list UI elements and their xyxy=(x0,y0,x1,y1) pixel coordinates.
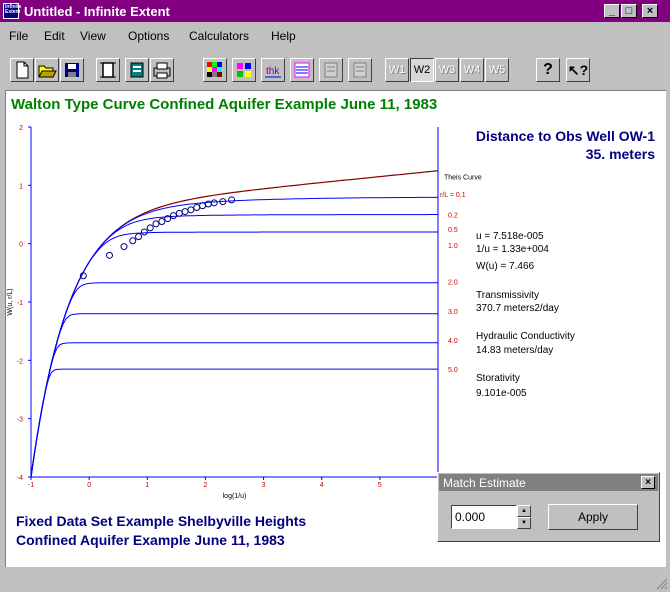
spin-down-button[interactable]: ▼ xyxy=(517,517,531,529)
curve-label: 0.2 xyxy=(448,213,458,220)
x-axis-label: log(1/u) xyxy=(223,493,247,500)
curve-label: r/L = 0.1 xyxy=(440,192,466,199)
match-estimate-dialog: Match Estimate × ▲ ▼ Apply xyxy=(437,472,660,542)
status-bar xyxy=(0,571,670,592)
conductivity-value: 14.83 meters/day xyxy=(476,345,554,356)
observation-point xyxy=(120,243,128,251)
u-value: u = 7.518e-005 xyxy=(476,231,544,242)
leaky-type-curve xyxy=(30,231,438,478)
observation-point xyxy=(105,251,113,259)
leaky-type-curve xyxy=(30,342,438,478)
curve-label: 0.5 xyxy=(448,227,458,234)
observation-point xyxy=(152,220,160,228)
inverse-u-value: 1/u = 1.33e+004 xyxy=(476,244,549,255)
x-tick-label: 3 xyxy=(262,482,266,489)
storativity-value: 9.101e-005 xyxy=(476,388,527,399)
leaky-type-curve xyxy=(30,282,438,478)
leaky-type-curve xyxy=(30,214,438,478)
observation-point xyxy=(181,208,189,216)
curve-label: 1.0 xyxy=(448,243,458,250)
curve-label: 2.0 xyxy=(448,280,458,287)
observation-point xyxy=(169,212,177,220)
conductivity-label: Hydraulic Conductivity xyxy=(476,331,575,342)
match-estimate-input[interactable] xyxy=(451,505,517,529)
y-tick-label: -2 xyxy=(17,358,23,365)
spin-up-button[interactable]: ▲ xyxy=(517,505,531,517)
observation-point xyxy=(210,199,218,207)
observation-point xyxy=(187,206,195,214)
spin-down-icon: ▼ xyxy=(521,520,527,526)
y-tick-label: 0 xyxy=(19,242,23,249)
dialog-title-bar[interactable]: Match Estimate × xyxy=(439,474,658,491)
dialog-title: Match Estimate xyxy=(443,476,526,490)
y-tick-label: 2 xyxy=(19,125,23,132)
x-tick-label: 4 xyxy=(320,482,324,489)
observation-point xyxy=(199,202,207,210)
y-tick-label: -1 xyxy=(17,300,23,307)
resize-grip-icon[interactable] xyxy=(656,578,668,590)
observation-point xyxy=(129,237,137,245)
theis-curve xyxy=(30,170,439,478)
x-tick-label: 1 xyxy=(145,482,149,489)
observation-point xyxy=(146,224,154,232)
observation-point xyxy=(158,218,166,225)
observation-point xyxy=(140,228,148,236)
storativity-label: Storativity xyxy=(476,373,520,384)
leaky-type-curve xyxy=(30,313,438,478)
leaky-type-curve xyxy=(30,368,438,478)
y-axis-label: W(u, r/L) xyxy=(7,288,14,315)
x-tick-label: 5 xyxy=(378,482,382,489)
curve-label: 5.0 xyxy=(448,367,458,374)
apply-button[interactable]: Apply xyxy=(548,504,638,530)
wu-value: W(u) = 7.466 xyxy=(476,261,535,272)
transmissivity-value: 370.7 meters2/day xyxy=(476,303,559,314)
curve-label: 4.0 xyxy=(448,338,458,345)
x-tick-label: -1 xyxy=(28,482,34,489)
theis-curve-label: Theis Curve xyxy=(444,174,482,181)
observation-point xyxy=(135,233,143,241)
x-tick-label: 2 xyxy=(203,482,207,489)
y-tick-label: -4 xyxy=(17,475,23,482)
leaky-type-curve xyxy=(30,196,439,478)
transmissivity-label: Transmissivity xyxy=(476,290,539,301)
curve-label: 3.0 xyxy=(448,309,458,316)
observation-point xyxy=(228,196,236,204)
dialog-close-button[interactable]: × xyxy=(641,476,655,489)
x-tick-label: 0 xyxy=(87,482,91,489)
y-tick-label: 1 xyxy=(19,183,23,190)
observation-point xyxy=(175,209,183,217)
y-tick-label: -3 xyxy=(17,417,23,424)
spin-up-icon: ▲ xyxy=(521,508,527,514)
footer-line-1: Fixed Data Set Example Shelbyville Heigh… xyxy=(16,513,307,529)
observation-point xyxy=(193,204,201,211)
footer-line-2: Confined Aquifer Example June 11, 1983 xyxy=(16,532,285,548)
